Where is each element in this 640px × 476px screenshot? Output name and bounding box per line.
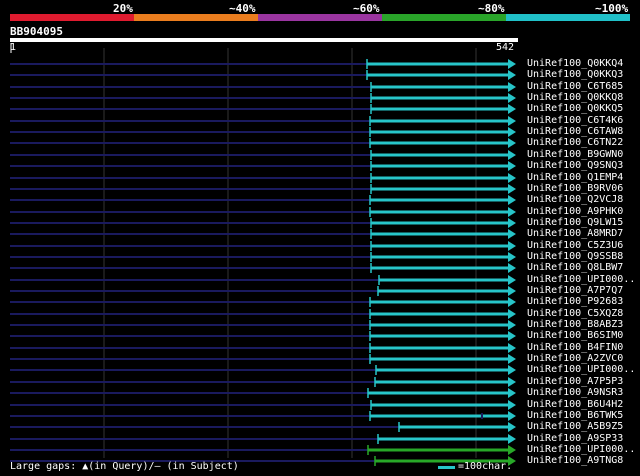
hit-label[interactable]: UniRef100_C6T685 bbox=[527, 81, 623, 92]
hit-arrowhead bbox=[508, 138, 516, 148]
hit-arrowhead bbox=[508, 434, 516, 444]
hit-arrowhead bbox=[508, 59, 516, 69]
hit-arrowhead bbox=[508, 93, 516, 103]
hit-label[interactable]: UniRef100_P92683 bbox=[527, 296, 623, 307]
hit-label[interactable]: UniRef100_Q0KKQ8 bbox=[527, 92, 623, 103]
hit-arrowhead bbox=[508, 229, 516, 239]
hit-arrowhead bbox=[508, 218, 516, 228]
hit-arrowhead bbox=[508, 184, 516, 194]
hit-label[interactable]: UniRef100_A9PHK0 bbox=[527, 206, 623, 217]
hit-label[interactable]: UniRef100_Q0KKQ5 bbox=[527, 103, 623, 114]
hit-label[interactable]: UniRef100_B6U4H2 bbox=[527, 399, 623, 410]
hit-arrowhead bbox=[508, 104, 516, 114]
hit-arrowhead bbox=[508, 365, 516, 375]
hit-arrowhead bbox=[508, 82, 516, 92]
hit-label[interactable]: UniRef100_Q1EMP4 bbox=[527, 172, 623, 183]
hit-label[interactable]: UniRef100_C6TN22 bbox=[527, 137, 623, 148]
hit-label[interactable]: UniRef100_UPI000.. bbox=[527, 364, 635, 375]
hit-label[interactable]: UniRef100_A7P7Q7 bbox=[527, 285, 623, 296]
hit-label[interactable]: UniRef100_Q0KKQ4 bbox=[527, 58, 623, 69]
scale-line bbox=[438, 466, 455, 469]
hit-arrowhead bbox=[508, 309, 516, 319]
hit-arrowhead bbox=[508, 422, 516, 432]
hit-label[interactable]: UniRef100_Q9LW15 bbox=[527, 217, 623, 228]
gaps-legend: Large gaps: ▲(in Query)/— (in Subject) bbox=[10, 461, 239, 472]
hit-arrowhead bbox=[508, 400, 516, 410]
hit-arrowhead bbox=[508, 286, 516, 296]
hit-label[interactable]: UniRef100_A5B9Z5 bbox=[527, 421, 623, 432]
hit-arrowhead bbox=[508, 388, 516, 398]
hit-label[interactable]: UniRef100_C5Z3U6 bbox=[527, 240, 623, 251]
hit-label[interactable]: UniRef100_B9RV06 bbox=[527, 183, 623, 194]
hit-label[interactable]: UniRef100_B9GWN0 bbox=[527, 149, 623, 160]
hit-arrowhead bbox=[508, 252, 516, 262]
hit-label[interactable]: UniRef100_UPI000.. bbox=[527, 444, 635, 455]
hit-label[interactable]: UniRef100_Q9SSB8 bbox=[527, 251, 623, 262]
hit-label[interactable]: UniRef100_C6TAW8 bbox=[527, 126, 623, 137]
hit-arrowhead bbox=[508, 354, 516, 364]
hit-label[interactable]: UniRef100_A9SP33 bbox=[527, 433, 623, 444]
hit-arrowhead bbox=[508, 173, 516, 183]
hit-arrowhead bbox=[508, 195, 516, 205]
hit-arrowhead bbox=[508, 263, 516, 273]
hit-label[interactable]: UniRef100_C5XQZ8 bbox=[527, 308, 623, 319]
hit-label[interactable]: UniRef100_Q9SNQ3 bbox=[527, 160, 623, 171]
hit-arrowhead bbox=[508, 116, 516, 126]
hit-label[interactable]: UniRef100_B4FIN0 bbox=[527, 342, 623, 353]
hit-label[interactable]: UniRef100_Q8LBW7 bbox=[527, 262, 623, 273]
hit-label[interactable]: UniRef100_Q2VCJ8 bbox=[527, 194, 623, 205]
hit-arrowhead bbox=[508, 297, 516, 307]
hit-arrowhead bbox=[508, 241, 516, 251]
hit-label[interactable]: UniRef100_A7P5P3 bbox=[527, 376, 623, 387]
hit-arrowhead bbox=[508, 207, 516, 217]
hit-arrowhead bbox=[508, 445, 516, 455]
hit-arrowhead bbox=[508, 161, 516, 171]
hit-label[interactable]: UniRef100_C6T4K6 bbox=[527, 115, 623, 126]
hit-label[interactable]: UniRef100_B6SIM0 bbox=[527, 330, 623, 341]
hit-arrowhead bbox=[508, 150, 516, 160]
hit-arrowhead bbox=[508, 320, 516, 330]
hit-label[interactable]: UniRef100_Q0KKQ3 bbox=[527, 69, 623, 80]
hit-arrowhead bbox=[508, 275, 516, 285]
hit-arrowhead bbox=[508, 377, 516, 387]
hit-label[interactable]: UniRef100_UPI000.. bbox=[527, 274, 635, 285]
hit-arrowhead bbox=[508, 331, 516, 341]
hit-arrowhead bbox=[508, 127, 516, 137]
hit-arrowhead bbox=[508, 411, 516, 421]
hit-label[interactable]: UniRef100_A9TNG8 bbox=[527, 455, 623, 466]
hit-arrowhead bbox=[508, 70, 516, 80]
scale-label: =100char. bbox=[458, 461, 513, 472]
hit-label[interactable]: UniRef100_B6TWK5 bbox=[527, 410, 623, 421]
hit-arrowhead bbox=[508, 343, 516, 353]
hit-label[interactable]: UniRef100_B8ABZ3 bbox=[527, 319, 623, 330]
hit-label[interactable]: UniRef100_A9NSR3 bbox=[527, 387, 623, 398]
hit-label[interactable]: UniRef100_A2ZVC0 bbox=[527, 353, 623, 364]
hit-label[interactable]: UniRef100_A8MRD7 bbox=[527, 228, 623, 239]
